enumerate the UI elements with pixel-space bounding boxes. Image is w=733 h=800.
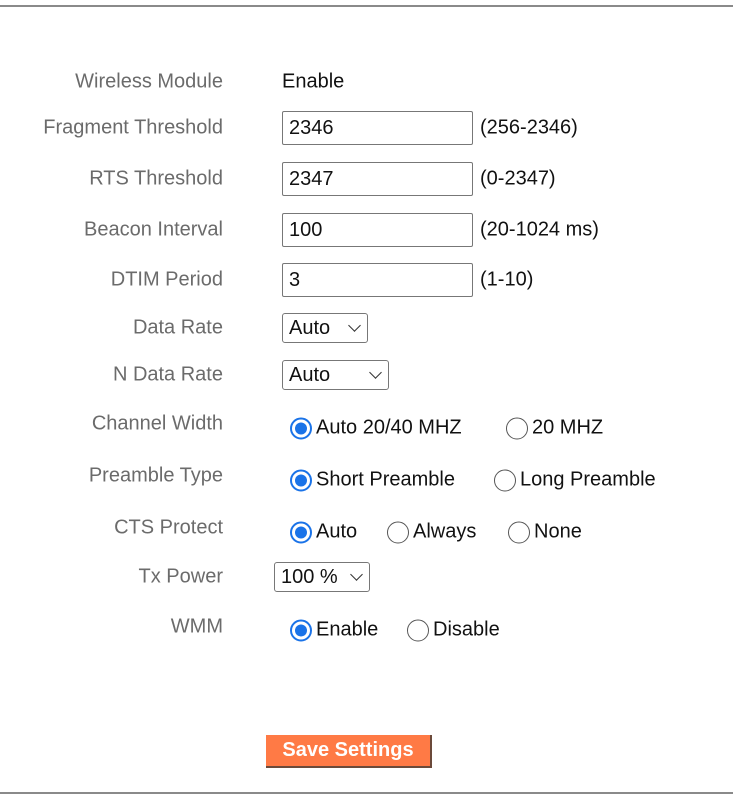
- radio-checked-icon: [290, 619, 312, 641]
- radio-label: Short Preamble: [316, 468, 455, 491]
- rts-threshold-input[interactable]: [282, 162, 473, 196]
- radio-unchecked-icon: [387, 521, 409, 543]
- radio-label: Always: [413, 520, 477, 543]
- chevron-down-icon: [369, 366, 382, 379]
- radio-unchecked-icon: [407, 619, 429, 641]
- chevron-down-icon: [348, 319, 361, 332]
- channel-width-auto-radio[interactable]: Auto 20/40 MHZ: [290, 417, 462, 440]
- preamble-long-radio[interactable]: Long Preamble: [494, 469, 656, 492]
- tx-power-value: 100 %: [281, 565, 338, 588]
- fragment-threshold-range: (256-2346): [480, 116, 578, 139]
- beacon-interval-range: (20-1024 ms): [480, 218, 599, 241]
- radio-unchecked-icon: [494, 469, 516, 491]
- dtim-period-label: DTIM Period: [110, 268, 223, 291]
- radio-unchecked-icon: [506, 417, 528, 439]
- dtim-period-input[interactable]: [282, 263, 473, 297]
- radio-checked-icon: [290, 417, 312, 439]
- data-rate-value: Auto: [289, 316, 331, 339]
- beacon-interval-input[interactable]: [282, 213, 473, 247]
- cts-always-radio[interactable]: Always: [387, 521, 476, 544]
- dtim-period-range: (1-10): [480, 268, 534, 291]
- n-data-rate-label: N Data Rate: [112, 363, 223, 386]
- radio-label: Long Preamble: [520, 468, 656, 491]
- chevron-down-icon: [350, 568, 363, 581]
- cts-protect-label: CTS Protect: [114, 516, 223, 539]
- wmm-label: WMM: [170, 615, 223, 638]
- beacon-interval-label: Beacon Interval: [84, 218, 223, 241]
- save-settings-button[interactable]: Save Settings: [266, 735, 432, 768]
- wmm-enable-radio[interactable]: Enable: [290, 619, 378, 642]
- bottom-divider: [0, 792, 733, 794]
- cts-auto-radio[interactable]: Auto: [290, 521, 357, 544]
- radio-label: Auto: [316, 520, 358, 543]
- data-rate-label: Data Rate: [132, 316, 223, 339]
- preamble-short-radio[interactable]: Short Preamble: [290, 469, 455, 492]
- wireless-module-value: Enable: [282, 70, 345, 93]
- fragment-threshold-input[interactable]: [282, 111, 473, 145]
- channel-width-label: Channel Width: [91, 412, 223, 435]
- radio-label: 20 MHZ: [532, 416, 604, 439]
- radio-label: Disable: [433, 618, 500, 641]
- radio-unchecked-icon: [508, 521, 530, 543]
- tx-power-select[interactable]: 100 %: [274, 562, 370, 592]
- radio-label: None: [534, 520, 582, 543]
- wmm-disable-radio[interactable]: Disable: [407, 619, 500, 642]
- radio-checked-icon: [290, 521, 312, 543]
- radio-label: Auto 20/40 MHZ: [316, 416, 462, 439]
- radio-checked-icon: [290, 469, 312, 491]
- rts-threshold-label: RTS Threshold: [89, 167, 223, 190]
- fragment-threshold-label: Fragment Threshold: [43, 116, 223, 139]
- data-rate-select[interactable]: Auto: [282, 313, 368, 343]
- wireless-module-label: Wireless Module: [75, 70, 223, 93]
- radio-label: Enable: [316, 618, 379, 641]
- top-divider: [0, 5, 733, 7]
- cts-none-radio[interactable]: None: [508, 521, 582, 544]
- channel-width-20-radio[interactable]: 20 MHZ: [506, 417, 603, 440]
- preamble-type-label: Preamble Type: [88, 464, 223, 487]
- n-data-rate-select[interactable]: Auto: [282, 360, 389, 390]
- tx-power-label: Tx Power: [138, 565, 223, 588]
- rts-threshold-range: (0-2347): [480, 167, 556, 190]
- n-data-rate-value: Auto: [289, 363, 331, 386]
